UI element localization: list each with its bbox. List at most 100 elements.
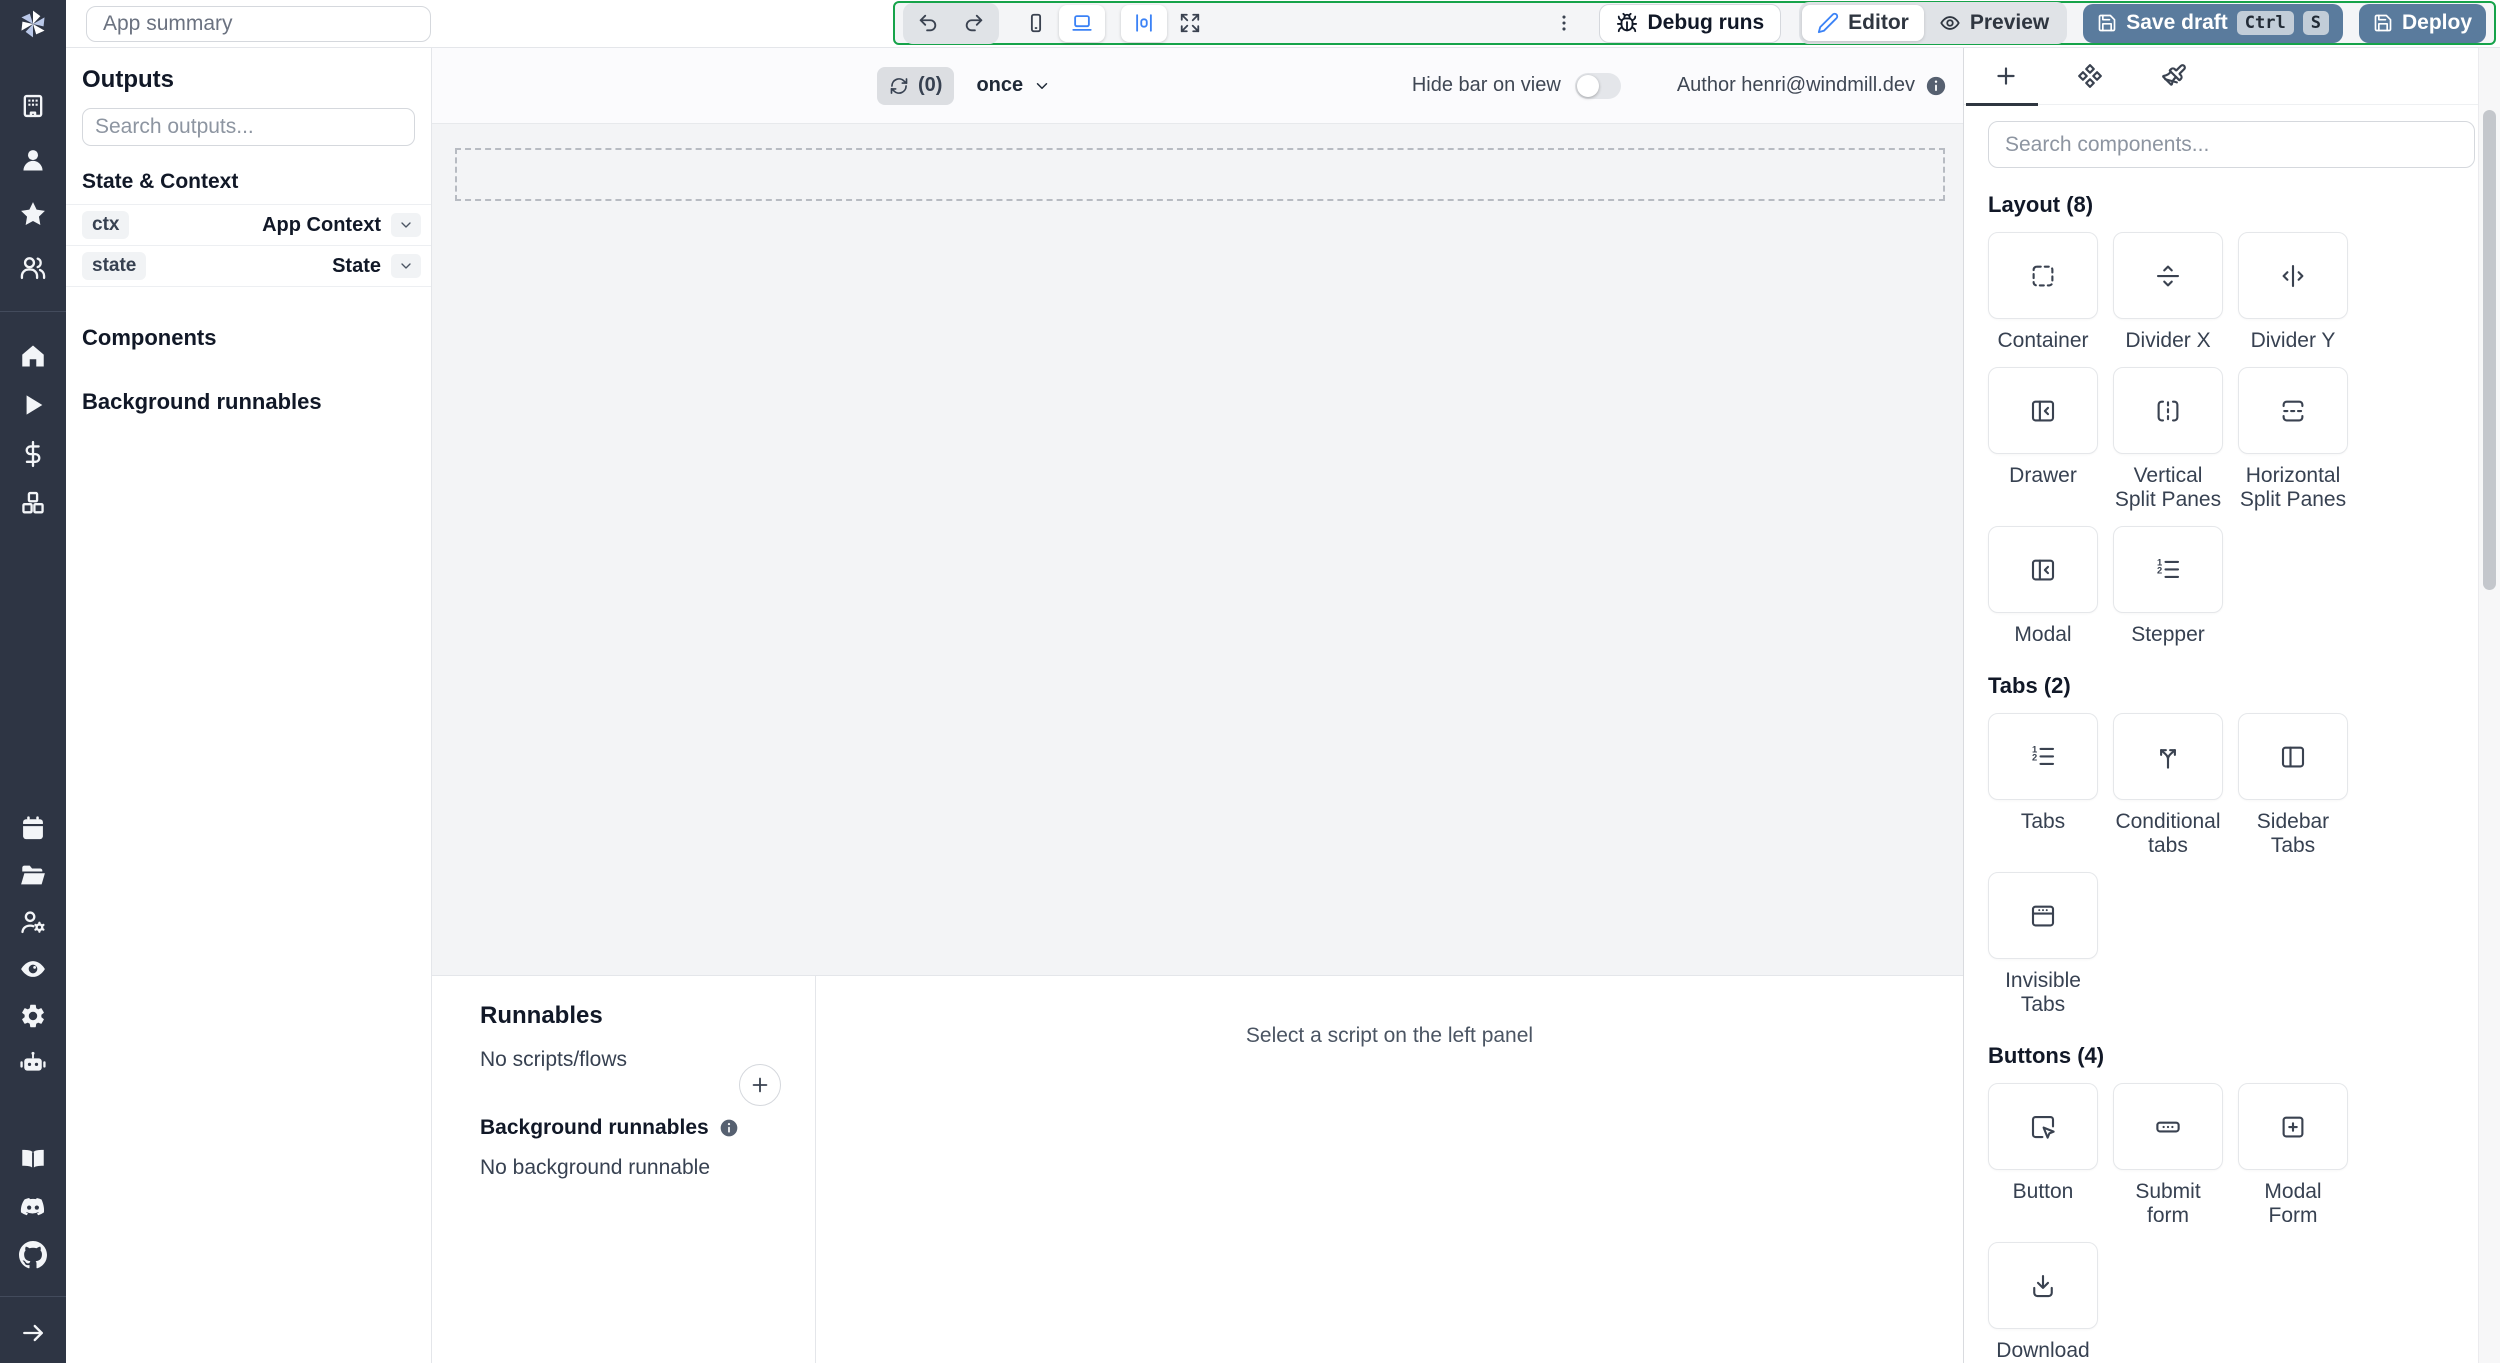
kbd-ctrl: Ctrl [2236, 11, 2294, 35]
sidebar-item-user[interactable] [19, 146, 47, 174]
component-card-download-button[interactable]: Download Button [1988, 1242, 2098, 1363]
info-icon[interactable] [1925, 75, 1947, 97]
sidebar-item-star[interactable] [19, 200, 47, 228]
mobile-view-button[interactable] [1013, 5, 1059, 42]
sidebar-item-user-cog[interactable] [19, 908, 47, 936]
tab-insert-component[interactable] [1964, 48, 2048, 106]
components-panel: Layout (8) Container Divider X Divider Y Dra… [1963, 48, 2500, 1363]
component-card-sidebar-tabs[interactable]: Sidebar Tabs [2238, 713, 2348, 858]
component-card-button[interactable]: Button [1988, 1083, 2098, 1228]
center-align-button[interactable] [1121, 4, 1167, 42]
info-icon [719, 1118, 739, 1138]
component-card-tabs[interactable]: 1 2 Tabs [1988, 713, 2098, 858]
kbd-s: S [2302, 11, 2329, 35]
sidebar-item-gear[interactable] [19, 1002, 47, 1030]
sidebar-item-arrow-right[interactable] [19, 1319, 47, 1347]
sidebar-item-eye-nav[interactable] [19, 955, 47, 983]
sidebar-item-book[interactable] [19, 1145, 47, 1173]
component-card-horizontal-split-panes[interactable]: Horizontal Split Panes [2238, 367, 2348, 512]
sidebar-item-dollar[interactable] [19, 440, 47, 468]
content-row: Outputs State & Context ctx App Context … [66, 48, 2500, 1363]
app-summary-input[interactable] [86, 5, 431, 42]
redo-button[interactable] [951, 5, 997, 42]
state-row[interactable]: state State [66, 246, 431, 287]
empty-drop-zone[interactable] [455, 148, 1945, 201]
component-label: Button [2012, 1180, 2074, 1203]
ctx-expand-button[interactable] [391, 213, 421, 237]
align-center-icon [1133, 12, 1155, 34]
component-card-stepper[interactable]: 1 2 Stepper [2113, 526, 2223, 647]
scrollbar-thumb[interactable] [2483, 110, 2496, 590]
sidebar-item-bot[interactable] [19, 1049, 47, 1077]
component-card-drawer[interactable]: Drawer [1988, 367, 2098, 512]
list-ordered-icon: 12 [2153, 555, 2183, 585]
bottom-panel: Runnables No scripts/flows Background ru… [432, 975, 1963, 1363]
users-icon [19, 254, 47, 282]
more-menu-button[interactable] [1541, 5, 1587, 42]
sidebar-item-users[interactable] [19, 254, 47, 282]
state-expand-button[interactable] [391, 254, 421, 278]
component-card-modal[interactable]: Modal [1988, 526, 2098, 647]
brush-icon [2161, 63, 2187, 89]
component-card-container[interactable]: Container [1988, 232, 2098, 353]
sidebar-item-github[interactable] [19, 1241, 47, 1269]
state-value: State [332, 254, 381, 277]
search-outputs-input[interactable] [82, 108, 415, 146]
author-label: Author henri@windmill.dev [1676, 74, 1915, 96]
sidebar-item-play[interactable] [19, 391, 47, 419]
component-label: Conditional tabs [2115, 810, 2221, 857]
sidebar-item-folder[interactable] [19, 861, 47, 889]
drawer-icon [2028, 396, 2058, 426]
component-card-divider-x[interactable]: Divider X [2113, 232, 2223, 353]
laptop-icon [1071, 12, 1093, 34]
tab-component-settings[interactable] [2048, 48, 2132, 104]
sidebar-item-building[interactable] [19, 92, 47, 120]
windmill-logo[interactable] [0, 0, 66, 48]
sidebar-divider [0, 1296, 66, 1297]
save-draft-label: Save draft [2126, 11, 2228, 34]
component-card-conditional-tabs[interactable]: Conditional tabs [2113, 713, 2223, 858]
component-card-submit-form[interactable]: Submit form [2113, 1083, 2223, 1228]
outputs-panel: Outputs State & Context ctx App Context … [66, 48, 432, 1363]
layout-toggle-group [1119, 3, 1215, 44]
component-card-invisible-tabs[interactable]: Invisible Tabs [1988, 872, 2098, 1017]
components-section-title: Components [82, 325, 217, 350]
hide-bar-toggle[interactable] [1574, 72, 1621, 99]
app-canvas[interactable] [432, 124, 1963, 975]
component-label: Modal [2014, 623, 2072, 646]
device-toggle-group [1011, 3, 1107, 44]
component-card-divider-y[interactable]: Divider Y [2238, 232, 2348, 353]
svg-text:2: 2 [2032, 752, 2037, 762]
desktop-view-button[interactable] [1059, 4, 1105, 42]
home-icon [19, 342, 47, 370]
editor-tab[interactable]: Editor [1802, 5, 1924, 41]
run-mode-dropdown[interactable]: once [976, 74, 1051, 97]
undo-redo-group [903, 2, 999, 44]
add-background-runnable-button[interactable] [739, 1064, 781, 1106]
component-card-modal-form[interactable]: Modal Form [2238, 1083, 2348, 1228]
fullscreen-button[interactable] [1167, 5, 1213, 42]
sidebar-item-boxes[interactable] [19, 489, 47, 517]
panel-scrollbar[interactable] [2478, 48, 2500, 1363]
component-label: Vertical Split Panes [2114, 464, 2222, 511]
editor-preview-toggle: Editor Preview [1799, 2, 2068, 44]
sidebar-item-calendar[interactable] [19, 814, 47, 842]
tab-theme[interactable] [2132, 48, 2216, 104]
preview-tab[interactable]: Preview [1924, 5, 2064, 41]
hide-bar-label: Hide bar on view [1411, 74, 1561, 96]
undo-button[interactable] [905, 5, 951, 42]
script-editor-placeholder: Select a script on the left panel [1245, 1024, 1534, 1047]
debug-runs-button[interactable]: Debug runs [1598, 3, 1782, 43]
sidebar-item-home[interactable] [19, 342, 47, 370]
component-label: Download Button [1996, 1339, 2090, 1362]
sidebar-item-discord[interactable] [19, 1193, 47, 1221]
deploy-button[interactable]: Deploy [2358, 3, 2486, 43]
search-components-input[interactable] [1988, 121, 2475, 168]
ctx-row[interactable]: ctx App Context [66, 205, 431, 246]
pencil-icon [1817, 12, 1839, 34]
save-draft-button[interactable]: Save draft Ctrl S [2083, 3, 2343, 43]
component-card-vertical-split-panes[interactable]: Vertical Split Panes [2113, 367, 2223, 512]
canvas-header: (0) once Hide bar on view Author henri@w… [432, 48, 1963, 124]
refresh-count-button[interactable]: (0) [877, 66, 955, 105]
modal-form-icon [2278, 1112, 2308, 1142]
